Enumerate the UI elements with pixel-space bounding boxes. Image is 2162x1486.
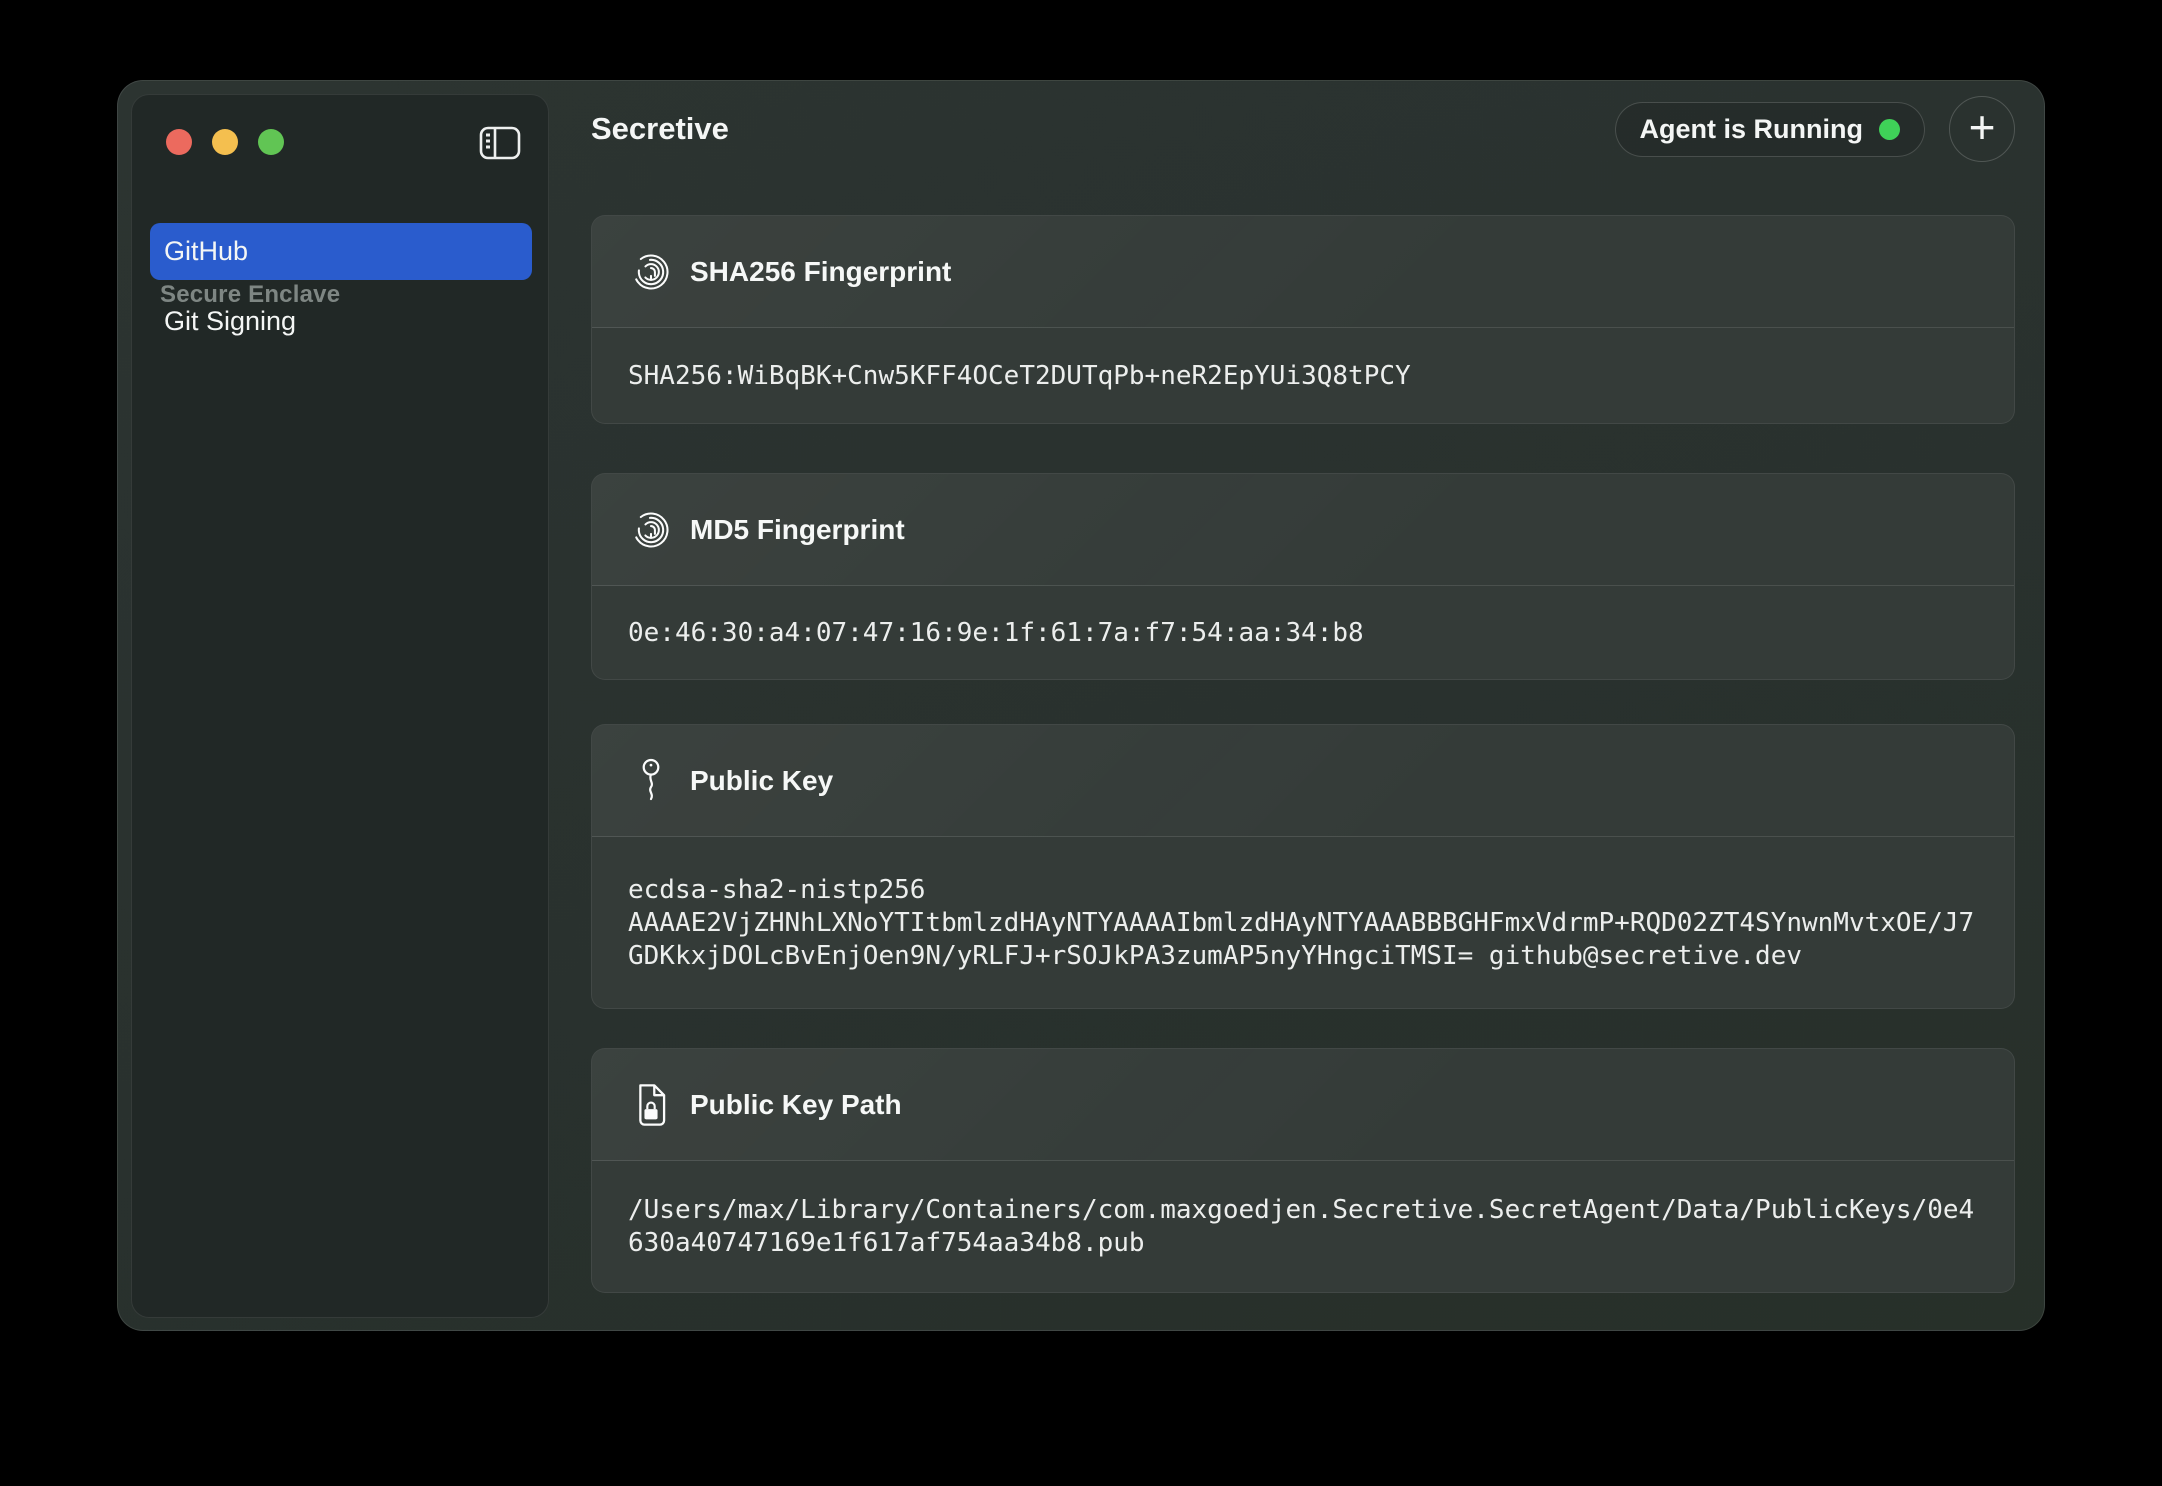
fingerprint-icon <box>626 508 676 552</box>
document-lock-icon <box>626 1082 676 1128</box>
zoom-button[interactable] <box>258 129 284 155</box>
app-window: Secure Enclave GitHub Git Signing Secret… <box>117 80 2045 1331</box>
sidebar: Secure Enclave GitHub Git Signing <box>131 94 549 1318</box>
title-bar: Secretive Agent is Running + <box>591 81 2015 177</box>
minimize-button[interactable] <box>212 129 238 155</box>
card-header: MD5 Fingerprint <box>592 474 2014 586</box>
card-header: Public Key <box>592 725 2014 837</box>
card-title: MD5 Fingerprint <box>690 514 905 546</box>
title-bar-actions: Agent is Running + <box>1615 96 2015 162</box>
public-key-path-value: /Users/max/Library/Containers/com.maxgoe… <box>628 1194 1978 1260</box>
key-icon <box>626 757 676 805</box>
plus-icon: + <box>1969 104 1996 150</box>
agent-status-label: Agent is Running <box>1640 114 1863 145</box>
fingerprint-icon <box>626 250 676 294</box>
card-body: /Users/max/Library/Containers/com.maxgoe… <box>592 1161 2014 1293</box>
sidebar-item-git-signing[interactable]: Git Signing <box>150 293 532 350</box>
sidebar-toggle-icon <box>478 124 522 162</box>
card-body: 0e:46:30:a4:07:47:16:9e:1f:61:7a:f7:54:a… <box>592 586 2014 680</box>
public-key-value: ecdsa-sha2-nistp256 AAAAE2VjZHNhLXNoYTIt… <box>628 874 1978 973</box>
sidebar-item-label: GitHub <box>164 236 248 267</box>
close-button[interactable] <box>166 129 192 155</box>
agent-running-dot-icon <box>1879 119 1900 140</box>
public-key-card: Public Key ecdsa-sha2-nistp256 AAAAE2VjZ… <box>591 724 2015 1009</box>
page-title: Secretive <box>591 111 729 147</box>
sidebar-item-label: Git Signing <box>164 306 296 337</box>
card-title: SHA256 Fingerprint <box>690 256 951 288</box>
traffic-lights <box>166 129 284 155</box>
card-title: Public Key <box>690 765 833 797</box>
card-header: Public Key Path <box>592 1049 2014 1161</box>
public-key-path-card: Public Key Path /Users/max/Library/Conta… <box>591 1048 2015 1293</box>
agent-status-badge[interactable]: Agent is Running <box>1615 102 1925 157</box>
sha256-fingerprint-card: SHA256 Fingerprint SHA256:WiBqBK+Cnw5KFF… <box>591 215 2015 424</box>
card-body: SHA256:WiBqBK+Cnw5KFF4OCeT2DUTqPb+neR2Ep… <box>592 328 2014 424</box>
sidebar-toggle-button[interactable] <box>478 124 522 162</box>
card-title: Public Key Path <box>690 1089 902 1121</box>
card-body: ecdsa-sha2-nistp256 AAAAE2VjZHNhLXNoYTIt… <box>592 837 2014 1009</box>
md5-fingerprint-card: MD5 Fingerprint 0e:46:30:a4:07:47:16:9e:… <box>591 473 2015 680</box>
sidebar-item-github[interactable]: GitHub <box>150 223 532 280</box>
add-key-button[interactable]: + <box>1949 96 2015 162</box>
card-header: SHA256 Fingerprint <box>592 216 2014 328</box>
md5-fingerprint-value: 0e:46:30:a4:07:47:16:9e:1f:61:7a:f7:54:a… <box>628 617 1978 650</box>
sha256-fingerprint-value: SHA256:WiBqBK+Cnw5KFF4OCeT2DUTqPb+neR2Ep… <box>628 360 1978 393</box>
